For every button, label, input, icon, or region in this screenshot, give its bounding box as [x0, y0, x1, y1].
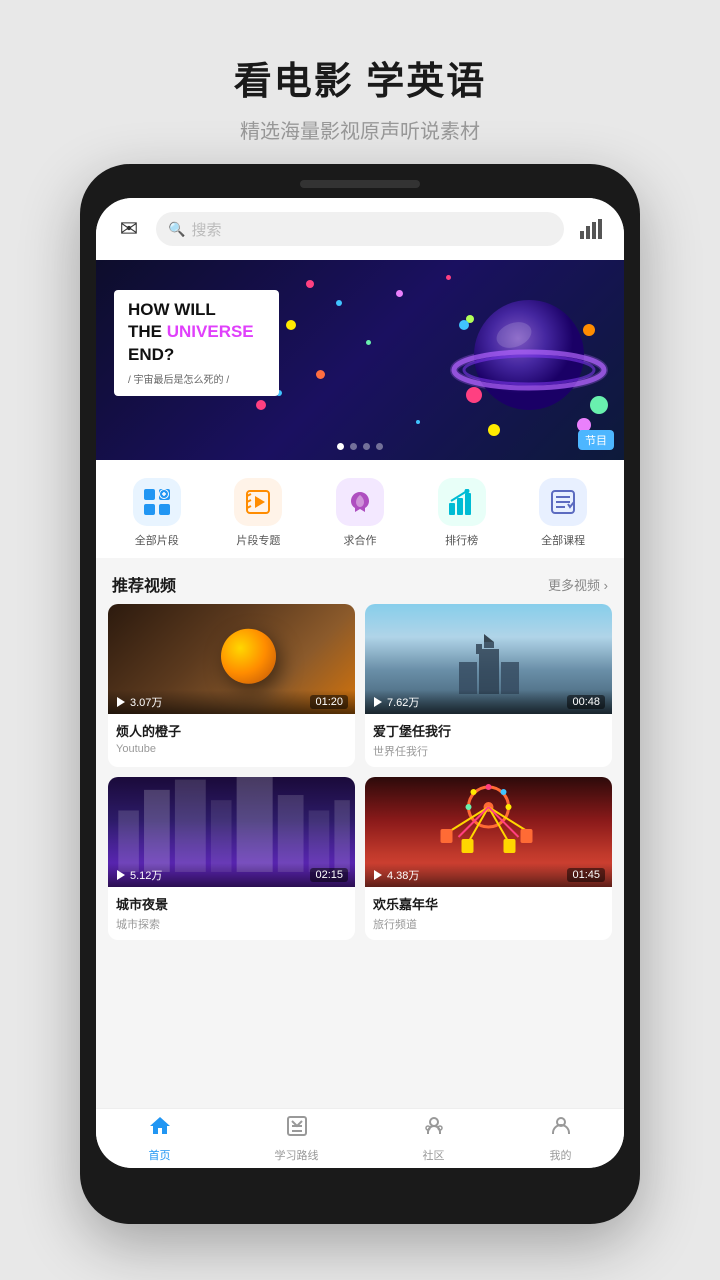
video-card-2[interactable]: 7.62万 00:48 爱丁堡任我行 世界任我行 — [365, 604, 612, 767]
section-title: 推荐视频 — [112, 572, 176, 596]
dot-1[interactable] — [337, 443, 344, 450]
phone-mockup: ✉ 🔍 搜索 — [80, 164, 640, 1224]
top-bar: ✉ 🔍 搜索 — [96, 198, 624, 260]
video-card-4[interactable]: 4.38万 01:45 欢乐嘉年华 旅行频道 — [365, 777, 612, 940]
video-views-4: 4.38万 — [372, 867, 419, 883]
video-views-2: 7.62万 — [372, 694, 419, 710]
video-channel-2: 世界任我行 — [373, 743, 604, 759]
community-icon — [422, 1114, 446, 1144]
category-all-courses[interactable]: 全部课程 — [539, 478, 587, 548]
banner-planet — [444, 275, 614, 445]
learning-icon — [285, 1114, 309, 1144]
dot-4[interactable] — [376, 443, 383, 450]
video-thumb-3: 5.12万 02:15 — [108, 777, 355, 887]
banner-tag: 节目 — [578, 430, 614, 450]
video-card-3[interactable]: 5.12万 02:15 城市夜景 城市探索 — [108, 777, 355, 940]
video-channel-3: 城市探索 — [116, 916, 347, 932]
clips-topic-icon — [234, 478, 282, 526]
page-subtitle: 精选海量影视原声听说素材 — [234, 115, 487, 144]
ranking-label: 排行榜 — [445, 532, 478, 548]
video-duration-3: 02:15 — [310, 868, 348, 882]
video-stats-3: 5.12万 02:15 — [108, 863, 355, 887]
dot-3[interactable] — [363, 443, 370, 450]
category-ranking[interactable]: 排行榜 — [438, 478, 486, 548]
banner: HOW WILL THE UNIVERSE END? / 宇宙最后是怎么死的 /… — [96, 260, 624, 460]
video-thumb-4: 4.38万 01:45 — [365, 777, 612, 887]
dot-2[interactable] — [350, 443, 357, 450]
video-stats-1: 3.07万 01:20 — [108, 690, 355, 714]
video-views-1: 3.07万 — [115, 694, 162, 710]
video-title-4: 欢乐嘉年华 — [373, 894, 604, 913]
phone-screen: ✉ 🔍 搜索 — [96, 198, 624, 1168]
search-placeholder: 搜索 — [191, 219, 221, 240]
video-channel-4: 旅行频道 — [373, 916, 604, 932]
mail-icon[interactable]: ✉ — [112, 212, 146, 246]
video-duration-1: 01:20 — [310, 695, 348, 709]
all-courses-icon — [539, 478, 587, 526]
video-thumb-1: 3.07万 01:20 — [108, 604, 355, 714]
category-clips-topic[interactable]: 片段专题 — [234, 478, 282, 548]
video-grid: 3.07万 01:20 烦人的橙子 Youtube — [96, 604, 624, 950]
categories: 全部片段 片段专题 — [96, 460, 624, 558]
banner-subtitle: / 宇宙最后是怎么死的 / — [128, 371, 265, 386]
nav-learning[interactable]: 学习路线 — [275, 1114, 319, 1163]
all-courses-label: 全部课程 — [541, 532, 585, 548]
video-info-4: 欢乐嘉年华 旅行频道 — [365, 887, 612, 940]
collaborate-label: 求合作 — [343, 532, 376, 548]
nav-community[interactable]: 社区 — [422, 1114, 446, 1163]
video-title-3: 城市夜景 — [116, 894, 347, 913]
collaborate-icon — [336, 478, 384, 526]
banner-dots — [337, 443, 383, 450]
phone-notch — [300, 180, 420, 188]
category-all-clips[interactable]: 全部片段 — [133, 478, 181, 548]
more-videos-link[interactable]: 更多视频 › — [548, 575, 608, 594]
all-clips-label: 全部片段 — [135, 532, 179, 548]
banner-text: HOW WILL THE UNIVERSE END? / 宇宙最后是怎么死的 / — [114, 290, 279, 396]
banner-line1: HOW WILL — [128, 300, 265, 320]
video-info-2: 爱丁堡任我行 世界任我行 — [365, 714, 612, 767]
search-icon: 🔍 — [168, 221, 185, 238]
video-stats-4: 4.38万 01:45 — [365, 863, 612, 887]
category-collaborate[interactable]: 求合作 — [336, 478, 384, 548]
banner-line3: END? — [128, 345, 265, 365]
nav-home-label: 首页 — [149, 1147, 171, 1163]
banner-highlight: UNIVERSE — [167, 322, 254, 341]
clips-topic-label: 片段专题 — [236, 532, 280, 548]
video-card-1[interactable]: 3.07万 01:20 烦人的橙子 Youtube — [108, 604, 355, 767]
video-title-2: 爱丁堡任我行 — [373, 721, 604, 740]
section-header: 推荐视频 更多视频 › — [96, 558, 624, 604]
video-duration-4: 01:45 — [567, 868, 605, 882]
ranking-icon — [438, 478, 486, 526]
bottom-nav: 首页 学习路线 — [96, 1108, 624, 1168]
video-stats-2: 7.62万 00:48 — [365, 690, 612, 714]
nav-profile-label: 我的 — [550, 1147, 572, 1163]
home-icon — [148, 1114, 172, 1144]
video-title-1: 烦人的橙子 — [116, 721, 347, 740]
video-thumb-2: 7.62万 00:48 — [365, 604, 612, 714]
nav-home[interactable]: 首页 — [148, 1114, 172, 1163]
all-clips-icon — [133, 478, 181, 526]
banner-line2: THE UNIVERSE — [128, 322, 265, 342]
search-bar[interactable]: 🔍 搜索 — [156, 212, 564, 246]
profile-icon — [549, 1114, 573, 1144]
page-header: 看电影 学英语 精选海量影视原声听说素材 — [234, 0, 487, 164]
nav-community-label: 社区 — [423, 1147, 445, 1163]
video-info-3: 城市夜景 城市探索 — [108, 887, 355, 940]
chart-icon[interactable] — [574, 212, 608, 246]
nav-profile[interactable]: 我的 — [549, 1114, 573, 1163]
nav-learning-label: 学习路线 — [275, 1147, 319, 1163]
video-info-1: 烦人的橙子 Youtube — [108, 714, 355, 763]
video-duration-2: 00:48 — [567, 695, 605, 709]
page-title: 看电影 学英语 — [234, 50, 487, 105]
video-channel-1: Youtube — [116, 743, 347, 755]
video-views-3: 5.12万 — [115, 867, 162, 883]
